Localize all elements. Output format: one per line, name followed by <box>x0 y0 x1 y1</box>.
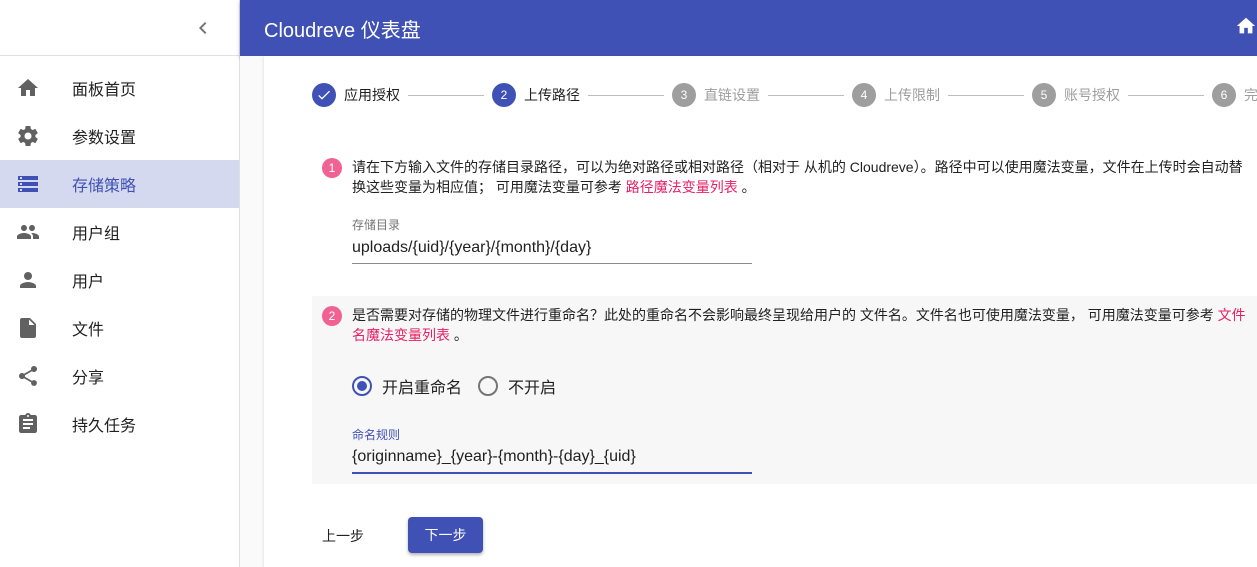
storage-dir-input[interactable] <box>352 232 752 264</box>
home-icon <box>16 76 40 100</box>
file-magic-vars-link[interactable]: 文件 <box>1218 307 1246 323</box>
section-badge: 2 <box>322 306 342 326</box>
radio-disable-rename[interactable]: 不开启 <box>478 374 556 398</box>
description-end: 。 <box>450 327 468 343</box>
storage-path-section: 1 请在下方输入文件的存储目录路径，可以为绝对路径或相对路径（相对于 从机的 C… <box>312 142 1257 272</box>
back-button[interactable]: 上一步 <box>322 526 364 546</box>
rename-section: 2 是否需要对存储的物理文件进行重命名？此处的重命名不会影响最终呈现给用户的 文… <box>312 296 1257 484</box>
naming-rule-input[interactable] <box>352 442 752 474</box>
sidebar-item-tasks[interactable]: 持久任务 <box>0 400 239 448</box>
person-icon <box>16 268 40 292</box>
description-text: 是否需要对存储的物理文件进行重命名？此处的重命名不会影响最终呈现给用户的 文件名… <box>352 307 1218 323</box>
naming-rule-label: 命名规则 <box>352 428 401 442</box>
share-icon <box>16 364 40 388</box>
sidebar-item-shares[interactable]: 分享 <box>0 352 239 400</box>
description-line: 名魔法变量列表 。 <box>352 325 1257 345</box>
group-icon <box>16 220 40 244</box>
section-description: 是否需要对存储的物理文件进行重命名？此处的重命名不会影响最终呈现给用户的 文件名… <box>352 305 1257 345</box>
sidebar-item-label: 持久任务 <box>72 418 137 435</box>
step-connector <box>588 94 664 96</box>
step-label: 账号授权 <box>1064 87 1120 103</box>
sidebar-nav: 面板首页 参数设置 存储策略 用户组 用户 文件 分享 持久任务 <box>0 56 239 448</box>
rename-radio-group: 开启重命名 不开启 <box>352 374 572 398</box>
step-number: 3 <box>672 83 696 107</box>
clipboard-icon <box>16 412 40 436</box>
sidebar-item-label: 存储策略 <box>72 178 137 195</box>
description-end: 。 <box>737 179 756 195</box>
home-icon <box>1236 17 1256 34</box>
main-content: 应用授权 2 上传路径 3 直链设置 4 上传限制 5 账号授权 6 完 1 请… <box>240 56 1257 567</box>
sidebar-item-users[interactable]: 用户 <box>0 256 239 304</box>
sidebar-item-settings[interactable]: 参数设置 <box>0 112 239 160</box>
description-line: 是否需要对存储的物理文件进行重命名？此处的重命名不会影响最终呈现给用户的 文件名… <box>352 305 1257 325</box>
stepper: 应用授权 2 上传路径 3 直链设置 4 上传限制 5 账号授权 6 完 <box>312 83 1257 107</box>
collapse-sidebar-button[interactable] <box>187 12 219 44</box>
home-button[interactable] <box>1235 14 1257 38</box>
step-label: 应用授权 <box>344 87 400 103</box>
step-number: 4 <box>852 83 876 107</box>
sidebar-item-label: 用户 <box>72 274 105 291</box>
gear-icon <box>16 124 40 148</box>
step-4: 4 上传限制 <box>852 83 940 107</box>
path-magic-vars-link[interactable]: 路径魔法变量列表 <box>626 179 738 195</box>
radio-label: 不开启 <box>508 380 557 397</box>
app-bar: Cloudreve 仪表盘 <box>240 0 1257 56</box>
sidebar-item-label: 分享 <box>72 370 105 387</box>
step-number: 6 <box>1212 83 1236 107</box>
step-label: 上传限制 <box>884 87 940 103</box>
sidebar-item-label: 用户组 <box>72 226 121 243</box>
radio-checked-icon <box>352 376 372 396</box>
app-title: Cloudreve 仪表盘 <box>264 19 421 42</box>
sidebar-item-label: 面板首页 <box>72 82 137 99</box>
step-number: 5 <box>1032 83 1056 107</box>
step-2: 2 上传路径 <box>492 83 580 107</box>
radio-unchecked-icon <box>478 376 499 396</box>
sidebar-item-groups[interactable]: 用户组 <box>0 208 239 256</box>
description-line: 换这些变量为相应值； 可用魔法变量可参考 路径魔法变量列表 。 <box>352 177 1257 197</box>
sidebar: 面板首页 参数设置 存储策略 用户组 用户 文件 分享 持久任务 <box>0 0 240 567</box>
step-3: 3 直链设置 <box>672 83 760 107</box>
sidebar-header <box>0 0 239 56</box>
step-connector <box>1128 94 1204 96</box>
sidebar-item-label: 文件 <box>72 322 105 339</box>
step-label: 完 <box>1244 87 1257 103</box>
file-icon <box>16 316 40 340</box>
storage-icon <box>16 172 40 196</box>
step-label: 上传路径 <box>524 87 580 103</box>
section-description: 请在下方输入文件的存储目录路径，可以为绝对路径或相对路径（相对于 从机的 Clo… <box>352 157 1257 197</box>
description-line: 请在下方输入文件的存储目录路径，可以为绝对路径或相对路径（相对于 从机的 Clo… <box>352 159 1243 175</box>
description-text: 换这些变量为相应值； 可用魔法变量可参考 <box>352 179 626 195</box>
storage-dir-label: 存储目录 <box>352 218 401 232</box>
sidebar-item-label: 参数设置 <box>72 130 137 147</box>
next-button[interactable]: 下一步 <box>408 517 483 553</box>
step-label: 直链设置 <box>704 87 760 103</box>
chevron-left-icon <box>199 22 207 34</box>
step-connector <box>408 94 484 96</box>
wizard-card: 应用授权 2 上传路径 3 直链设置 4 上传限制 5 账号授权 6 完 1 请… <box>264 56 1257 567</box>
step-number: 2 <box>492 83 516 107</box>
step-5: 5 账号授权 <box>1032 83 1120 107</box>
radio-enable-rename[interactable]: 开启重命名 <box>352 374 462 398</box>
section-badge: 1 <box>322 158 342 178</box>
step-6: 6 完 <box>1212 83 1257 107</box>
step-connector <box>948 94 1024 96</box>
step-1: 应用授权 <box>312 83 400 107</box>
sidebar-item-files[interactable]: 文件 <box>0 304 239 352</box>
sidebar-item-storage[interactable]: 存储策略 <box>0 160 239 208</box>
step-connector <box>768 94 844 96</box>
file-magic-vars-link[interactable]: 名魔法变量列表 <box>352 327 450 343</box>
radio-label: 开启重命名 <box>382 380 463 397</box>
sidebar-item-dashboard[interactable]: 面板首页 <box>0 64 239 112</box>
check-icon <box>312 83 336 107</box>
